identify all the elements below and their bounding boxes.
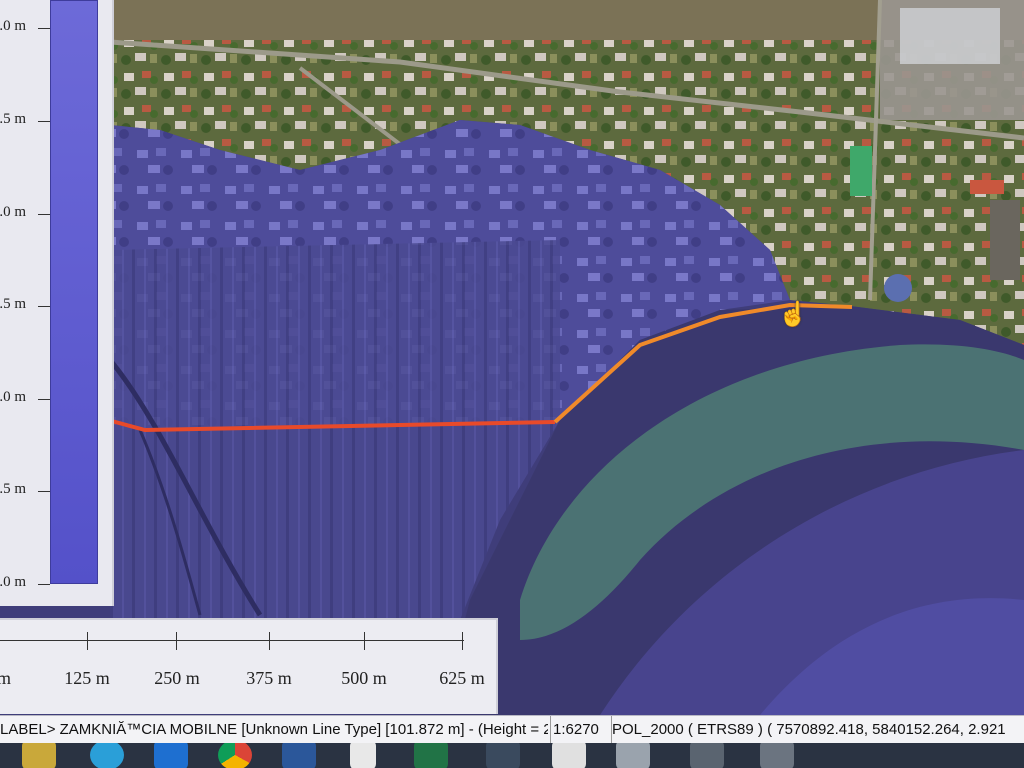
scale-line xyxy=(0,640,464,641)
document-icon[interactable] xyxy=(350,743,376,768)
app-icon[interactable] xyxy=(552,743,586,768)
scale-tick xyxy=(87,632,88,650)
map-view[interactable] xyxy=(0,0,1024,715)
app-icon[interactable] xyxy=(690,743,724,768)
legend-color-bar xyxy=(50,0,98,584)
word-icon[interactable] xyxy=(282,743,316,768)
teamviewer-icon[interactable] xyxy=(154,743,188,768)
projection-coordinates: POL_2000 ( ETRS89 ) ( 7570892.418, 58401… xyxy=(612,721,1006,738)
telegram-icon[interactable] xyxy=(90,743,124,768)
legend-tick: .5 m xyxy=(0,296,50,316)
hand-cursor-icon: ☝ xyxy=(778,302,808,328)
status-bar: LABEL> ZAMKNIĂ™CIA MOBILNE [Unknown Line… xyxy=(0,715,1024,744)
scale-label: 250 m xyxy=(154,668,200,688)
building xyxy=(990,200,1020,280)
chrome-icon[interactable] xyxy=(218,743,252,768)
scale-label: 375 m xyxy=(246,668,292,688)
legend-tick: .0 m xyxy=(0,389,50,409)
scale-tick xyxy=(269,632,270,650)
red-roof-building xyxy=(970,180,1004,194)
scale-tick xyxy=(462,632,463,650)
app-icon[interactable] xyxy=(616,743,650,768)
map-canvas[interactable] xyxy=(0,0,1024,715)
scale-bar: m 125 m 250 m 375 m 500 m 625 m xyxy=(0,618,498,714)
parking-lot xyxy=(900,8,1000,64)
legend-tick: .0 m xyxy=(0,204,50,224)
scale-label: 125 m xyxy=(64,668,110,688)
legend-tick: .5 m xyxy=(0,111,50,131)
taskbar xyxy=(0,743,1024,768)
legend-tick: .0 m xyxy=(0,574,50,594)
file-explorer-icon[interactable] xyxy=(22,743,56,768)
app-icon[interactable] xyxy=(486,743,520,768)
excel-icon[interactable] xyxy=(414,743,448,768)
scale-label: 500 m xyxy=(341,668,387,688)
app-icon[interactable] xyxy=(760,743,794,768)
round-structure xyxy=(884,274,912,302)
elevation-legend: .0 m .5 m .0 m .5 m .0 m .5 m .0 m xyxy=(0,0,114,606)
scale-label: 625 m xyxy=(439,668,485,688)
green-roof-building xyxy=(850,146,872,196)
scale-tick xyxy=(176,632,177,650)
scale-label: m xyxy=(0,668,12,688)
legend-tick: .0 m xyxy=(0,18,50,38)
scale-tick xyxy=(364,632,365,650)
legend-tick: .5 m xyxy=(0,481,50,501)
selected-feature-info: LABEL> ZAMKNIĂ™CIA MOBILNE [Unknown Line… xyxy=(0,721,548,738)
map-scale-field[interactable]: 1:6270 xyxy=(550,716,612,744)
